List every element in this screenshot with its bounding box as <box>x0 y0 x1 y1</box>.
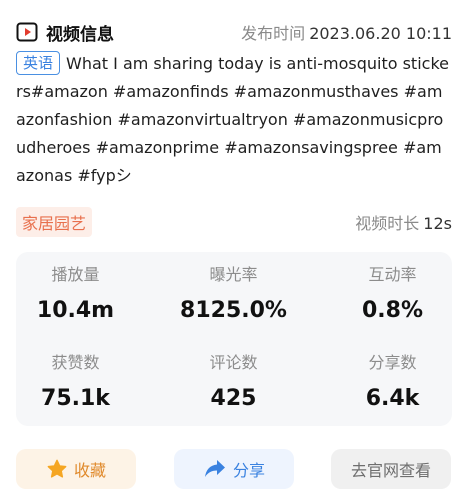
visit-official-site-button[interactable]: 去官网查看 <box>331 449 451 489</box>
star-icon <box>46 458 68 480</box>
duration-label: 视频时长 <box>355 214 420 233</box>
share-arrow-icon <box>203 458 227 480</box>
stat-value: 10.4m <box>36 298 115 323</box>
description-text: What I am sharing today is anti-mosquito… <box>16 54 449 185</box>
visit-site-label: 去官网查看 <box>350 461 431 480</box>
video-play-icon <box>16 21 38 43</box>
publish-time-label: 发布时间 <box>241 24 306 43</box>
favorite-label: 收藏 <box>73 461 106 480</box>
duration-value: 12s <box>423 214 452 233</box>
stat-label: 曝光率 <box>209 265 258 284</box>
language-tag: 英语 <box>16 51 61 75</box>
stat-value: 0.8% <box>361 298 423 323</box>
stat-label: 分享数 <box>368 353 417 372</box>
category-row: 家居园艺 视频时长 12s <box>16 207 452 237</box>
stat-label: 播放量 <box>51 265 100 284</box>
share-label: 分享 <box>232 461 265 480</box>
stat-value: 425 <box>210 386 257 411</box>
header-title-group: 视频信息 <box>16 20 114 45</box>
stat-shares: 分享数 6.4k <box>320 353 465 412</box>
stat-label: 评论数 <box>209 353 258 372</box>
card-header: 视频信息 发布时间 2023.06.20 10:11 <box>16 18 452 46</box>
video-info-card: 视频信息 发布时间 2023.06.20 10:11 英语 What I am sh… <box>0 0 467 504</box>
stat-comments: 评论数 425 <box>161 353 306 412</box>
stat-value: 6.4k <box>365 386 420 411</box>
category-tag: 家居园艺 <box>16 207 93 237</box>
stat-interaction-rate: 互动率 0.8% <box>320 265 465 324</box>
stat-likes: 获赞数 75.1k <box>3 353 148 412</box>
stat-label: 互动率 <box>368 265 417 284</box>
favorite-button[interactable]: 收藏 <box>16 449 136 489</box>
stat-value: 8125.0% <box>180 298 287 323</box>
publish-time-value: 2023.06.20 10:11 <box>309 24 452 43</box>
video-duration: 视频时长 12s <box>355 210 452 234</box>
stat-views: 播放量 10.4m <box>3 265 148 324</box>
stat-exposure-rate: 曝光率 8125.0% <box>161 265 306 324</box>
publish-time: 发布时间 2023.06.20 10:11 <box>241 20 452 44</box>
page-title: 视频信息 <box>46 24 114 45</box>
stat-value: 75.1k <box>41 386 110 411</box>
stat-label: 获赞数 <box>51 353 100 372</box>
share-button[interactable]: 分享 <box>174 449 294 489</box>
video-description: 英语 What I am sharing today is anti-mosqui… <box>16 50 450 190</box>
stats-panel: 播放量 10.4m 曝光率 8125.0% 互动率 0.8% 获赞数 75.1k… <box>16 252 452 426</box>
